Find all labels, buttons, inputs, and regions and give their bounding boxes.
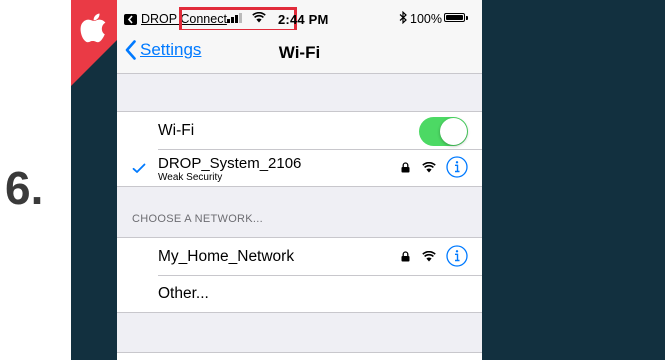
network-list: My_Home_Network Other... bbox=[117, 237, 482, 313]
connected-network-security: Weak Security bbox=[158, 172, 223, 183]
status-bar: DROP Connect 2:44 PM 100% bbox=[117, 0, 482, 32]
connected-network-row[interactable]: DROP_System_2106 Weak Security bbox=[117, 149, 482, 186]
wifi-toggle-label: Wi-Fi bbox=[158, 122, 195, 139]
network-row-my-home[interactable]: My_Home_Network bbox=[117, 238, 482, 275]
signal-bars-icon bbox=[227, 13, 242, 23]
status-time: 2:44 PM bbox=[278, 12, 329, 27]
ios-settings-screen: DROP Connect 2:44 PM 100% Settings Wi-Fi bbox=[117, 0, 482, 360]
back-to-app-icon bbox=[124, 13, 137, 25]
apple-logo-icon bbox=[80, 13, 106, 43]
wifi-icon bbox=[422, 162, 436, 173]
choose-network-header: CHOOSE A NETWORK... bbox=[132, 213, 263, 225]
next-settings-group bbox=[117, 352, 482, 360]
network-row-other[interactable]: Other... bbox=[117, 275, 482, 312]
network-name: My_Home_Network bbox=[158, 248, 295, 265]
wifi-icon bbox=[422, 251, 436, 262]
bluetooth-icon bbox=[399, 11, 407, 24]
page-title: Wi-Fi bbox=[278, 43, 321, 62]
connected-network-name: DROP_System_2106 bbox=[158, 155, 302, 172]
battery-icon bbox=[444, 13, 465, 22]
step-number: 6. bbox=[5, 162, 44, 214]
navigation-bar: Settings Wi-Fi bbox=[117, 30, 482, 74]
battery-percent: 100% bbox=[410, 12, 442, 26]
toggle-knob bbox=[440, 118, 467, 145]
lock-icon bbox=[401, 162, 410, 173]
wifi-icon bbox=[252, 12, 266, 23]
checkmark-icon bbox=[132, 163, 146, 173]
info-icon[interactable] bbox=[446, 156, 468, 178]
wifi-toggle-switch[interactable] bbox=[419, 117, 468, 146]
info-icon[interactable] bbox=[446, 245, 468, 267]
wifi-group: Wi-Fi DROP_System_2106 Weak Security bbox=[117, 111, 482, 187]
wifi-toggle-row: Wi-Fi bbox=[117, 112, 482, 149]
lock-icon bbox=[401, 251, 410, 262]
other-network-label: Other... bbox=[158, 285, 209, 302]
